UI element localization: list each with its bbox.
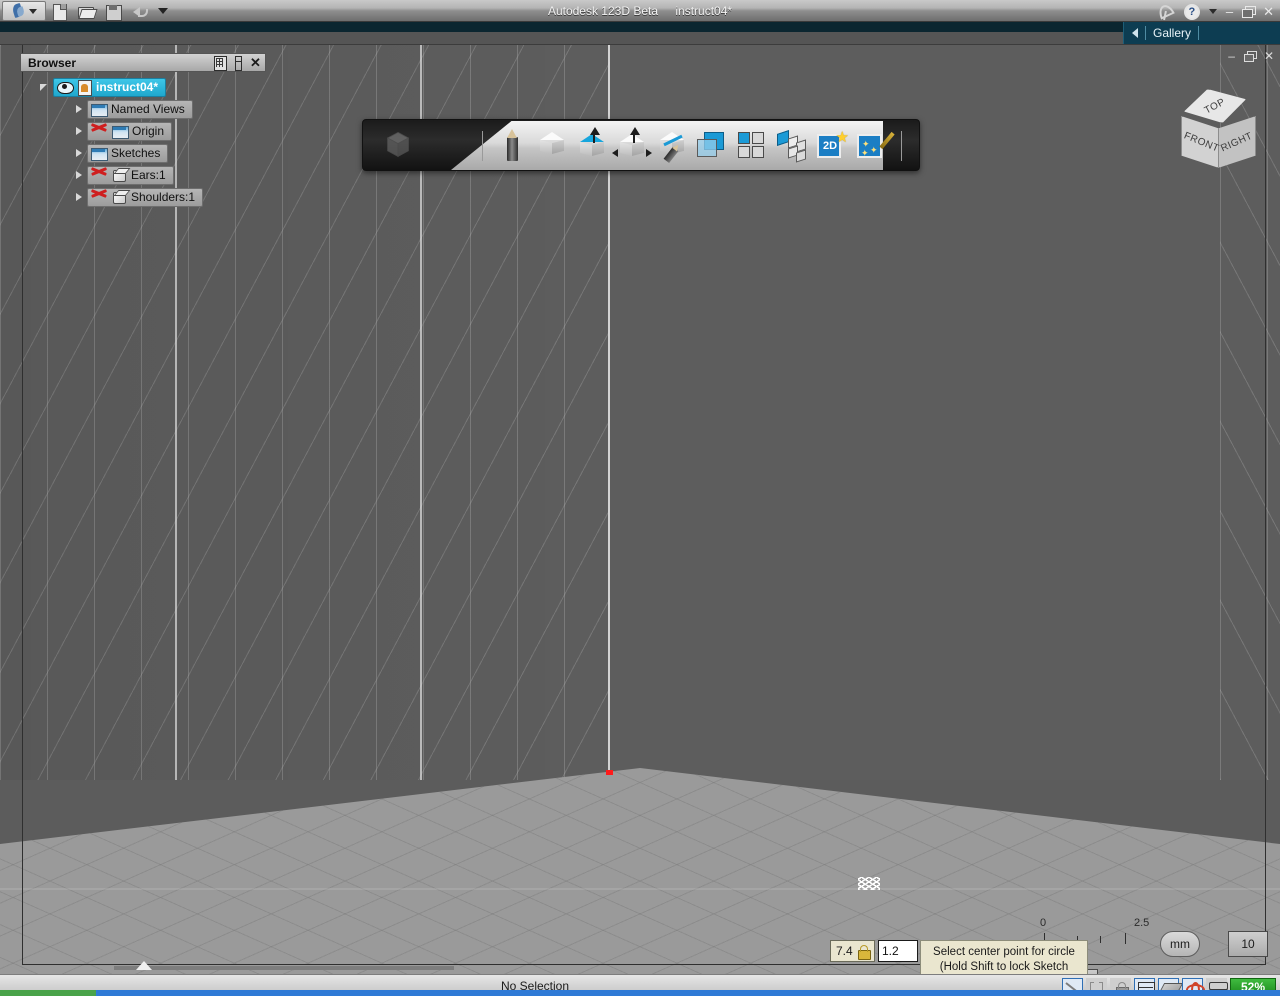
browser-tree: instruct04* Named Views Origin Sketches … [20,72,266,208]
twisty-closed-icon[interactable] [72,169,85,182]
solid-body-icon [112,190,127,204]
cube-logo-icon[interactable] [381,130,415,162]
document-title-text: instruct04* [675,4,733,18]
divider [1145,26,1146,40]
help-icon[interactable]: ? [1183,3,1200,20]
ruler-tick [1100,936,1101,943]
title-bar: Autodesk 123D Beta instruct04* ? – ✕ [0,0,1280,22]
eye-off-icon[interactable] [91,125,108,138]
close-button[interactable]: ✕ [1263,4,1274,19]
gallery-tab[interactable]: Gallery [1123,22,1280,44]
tree-chip[interactable]: instruct04* [53,77,167,97]
app-title-text: Autodesk 123D Beta [547,4,659,18]
tree-item-named-views[interactable]: Named Views [20,98,266,120]
modify-icon[interactable] [612,125,652,167]
value-input-field[interactable]: 1.2 [878,940,918,962]
star-icon: ★ [835,129,849,146]
sketch-on-face-icon[interactable] [652,125,692,167]
tree-item-instruct04[interactable]: instruct04* [20,76,266,98]
collapse-bar [114,965,454,970]
close-icon[interactable]: ✕ [248,55,263,70]
tree-chip[interactable]: Named Views [87,99,193,119]
eye-off-icon[interactable] [91,169,108,182]
gallery-tab-label: Gallery [1153,26,1192,40]
tree-item-label: Origin [132,124,165,138]
ruler-tick-label: 2.5 [1134,917,1150,929]
eye-icon[interactable] [57,81,74,94]
taskbar-accent-left [0,990,96,996]
ruler-tick [1125,933,1126,944]
view-cube[interactable]: TOP FRONT RIGHT [1168,85,1264,181]
tree-chip[interactable]: Shoulders:1 [87,187,204,207]
tree-item-sketches[interactable]: Sketches [20,142,266,164]
combine-icon[interactable] [692,125,732,167]
tree-item-label: Sketches [111,146,161,160]
inner-restore-button[interactable] [1243,51,1257,62]
twisty-closed-icon[interactable] [72,103,85,116]
taskbar-accent-right [96,990,1280,996]
restore-button[interactable] [1242,6,1257,18]
divider [482,131,483,161]
tree-item-ears[interactable]: Ears:1 [20,164,266,186]
divider [1198,26,1200,40]
tree-item-label: Ears:1 [131,168,166,182]
lock-icon[interactable] [857,944,871,960]
filter-icon[interactable] [212,55,227,71]
grid-spacing-box[interactable]: 10 [1228,931,1268,957]
tree-chip[interactable]: Ears:1 [87,165,174,185]
tree-chip[interactable]: Sketches [87,143,169,163]
collapse-triangle-icon[interactable] [136,961,152,970]
app-window: Autodesk 123D Beta instruct04* ? – ✕ Gal… [0,0,1280,996]
eye-off-icon[interactable] [91,191,108,204]
folder-icon [91,103,108,117]
toolbar-icons: 2D ★ ✦ ✦ ✦ [473,124,911,168]
browser-panel: Browser ✕ instruct04* Named Views Origin… [20,53,266,208]
tree-item-label: Named Views [111,102,185,116]
unit-selector[interactable]: mm [1160,931,1200,957]
tree-item-label: instruct04* [96,80,159,94]
dock-icon[interactable] [230,55,245,71]
document-icon [77,80,92,96]
tree-item-shoulders[interactable]: Shoulders:1 [20,186,266,208]
accent-bar [0,22,1280,32]
inner-close-button[interactable]: ✕ [1264,50,1274,62]
locked-value-text: 7.4 [836,944,853,958]
folder-icon [91,147,108,161]
solid-body-icon [112,168,127,182]
tree-item-origin[interactable]: Origin [20,120,266,142]
browser-header: Browser ✕ [20,53,266,72]
inner-window-controls: – ✕ [1228,50,1274,62]
inner-minimize-button[interactable]: – [1228,50,1235,62]
origin-point [606,770,613,775]
minimize-button[interactable]: – [1226,4,1233,19]
title-bar-right-controls: ? – ✕ [1157,2,1274,21]
panel-collapse-handle[interactable] [0,961,1280,975]
twisty-closed-icon[interactable] [72,191,85,204]
tree-chip[interactable]: Origin [87,121,173,141]
construct-extrude-icon[interactable] [572,125,612,167]
ruler-tick-label: 0 [1040,917,1047,929]
locked-value-field[interactable]: 7.4 [830,940,875,962]
make-2d-icon[interactable]: 2D ★ [812,125,852,167]
twisty-closed-icon[interactable] [72,125,85,138]
document-window: – ✕ Browser ✕ instruct04* Named Views Or… [0,44,1280,996]
primitives-cube-icon[interactable] [532,125,572,167]
twisty-open-icon[interactable] [38,81,51,94]
tooltip-line-1: Select center point for circle [933,946,1075,958]
circle-tool-cursor [858,877,880,890]
main-toolbar: 2D ★ ✦ ✦ ✦ [362,119,920,171]
group-icon[interactable] [772,125,812,167]
window-title: Autodesk 123D Beta instruct04* [0,0,1280,22]
divider [901,131,902,161]
folder-icon [112,125,129,139]
help-chevron-down-icon[interactable] [1208,9,1217,14]
tree-item-label: Shoulders:1 [131,190,196,204]
pattern-icon[interactable] [732,125,772,167]
satellite-icon[interactable] [1157,4,1175,20]
browser-title: Browser [28,55,77,70]
collapse-left-icon[interactable] [1132,28,1138,38]
sketch-pencil-icon[interactable] [492,125,532,167]
smart-tool-icon[interactable]: ✦ ✦ ✦ [852,125,895,167]
twisty-closed-icon[interactable] [72,147,85,160]
